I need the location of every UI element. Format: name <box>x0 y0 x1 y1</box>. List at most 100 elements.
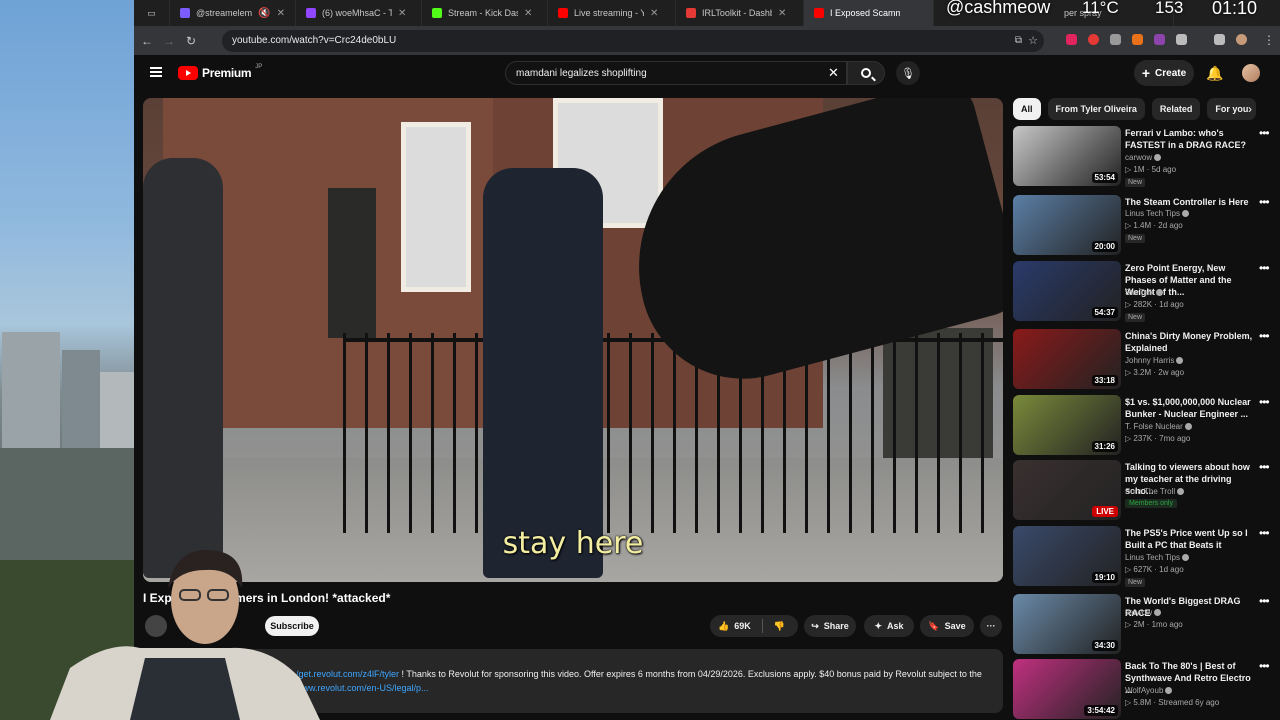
channel-name-text: Sora The Troll <box>1125 487 1176 496</box>
more-options-icon[interactable]: ••• <box>1259 659 1270 673</box>
video-thumbnail[interactable]: 33:18 <box>1013 329 1121 389</box>
browser-tab-active[interactable]: I Exposed Scamm <box>804 0 934 26</box>
share-button[interactable]: ↪ Share <box>804 615 856 637</box>
dislike-icon[interactable]: 👎 <box>774 621 785 632</box>
extension-icon[interactable] <box>1154 34 1165 45</box>
channel-name[interactable]: WolfAyoub <box>1125 686 1173 695</box>
notifications-bell-icon[interactable]: 🔔 <box>1206 65 1223 82</box>
stream-overlay-speed: 153 <box>1155 0 1184 17</box>
more-actions-button[interactable]: ··· <box>980 615 1002 637</box>
recommendation-item[interactable]: 20:00 The Steam Controller is Here Linus T… <box>1013 195 1273 257</box>
browser-menu-icon[interactable]: ⋮ <box>1258 33 1280 47</box>
like-count[interactable]: 69K <box>734 621 751 631</box>
browser-tab[interactable]: Live streaming - YouTu ✕ <box>548 0 676 26</box>
channel-name[interactable]: Linus Tech Tips <box>1125 553 1189 562</box>
recommendation-item[interactable]: 54:37 Zero Point Energy, New Phases of Ma… <box>1013 261 1273 323</box>
recommendation-item[interactable]: 3:54:42 Back To The 80's | Best of Synthw… <box>1013 659 1273 720</box>
chip-related[interactable]: Related <box>1151 98 1201 120</box>
city-building <box>100 372 134 452</box>
recommendation-title[interactable]: The PS5's Price went Up so I Built a PC … <box>1125 527 1259 551</box>
video-thumbnail[interactable]: 20:00 <box>1013 195 1121 255</box>
chevron-right-icon[interactable]: › <box>1248 102 1252 116</box>
video-thumbnail[interactable]: 3:54:42 <box>1013 659 1121 719</box>
recommendation-title[interactable]: China's Dirty Money Problem, Explained <box>1125 330 1259 354</box>
close-icon[interactable]: ✕ <box>524 8 532 19</box>
more-options-icon[interactable]: ••• <box>1259 195 1270 209</box>
channel-name[interactable]: Linus Tech Tips <box>1125 209 1189 218</box>
browser-tab[interactable]: @streamelem 🔇 ✕ <box>170 0 296 26</box>
more-options-icon[interactable]: ••• <box>1259 526 1270 540</box>
create-button[interactable]: + Create <box>1134 60 1194 86</box>
extension-icon[interactable] <box>1066 34 1077 45</box>
extension-icon[interactable] <box>1088 34 1099 45</box>
bookmark-icon: 🔖 <box>928 620 940 631</box>
save-label: Save <box>944 621 966 631</box>
account-avatar[interactable] <box>1242 64 1260 82</box>
youtube-logo[interactable]: Premium JP <box>178 64 262 80</box>
more-options-icon[interactable]: ••• <box>1259 594 1270 608</box>
video-thumbnail[interactable]: 31:26 <box>1013 395 1121 455</box>
recommendation-title[interactable]: The Steam Controller is Here <box>1125 196 1259 208</box>
channel-name[interactable]: StarTalk <box>1125 288 1163 297</box>
forward-icon[interactable]: → <box>158 34 180 48</box>
video-thumbnail[interactable]: 34:30 <box>1013 594 1121 654</box>
chip-all[interactable]: All <box>1013 98 1041 120</box>
new-badge: New <box>1125 313 1146 322</box>
cast-icon[interactable]: ⧉ <box>1015 35 1022 46</box>
scene-railing <box>343 333 1003 533</box>
browser-tab[interactable]: (6) woeMhsaC - Twitc ✕ <box>296 0 422 26</box>
save-button[interactable]: 🔖 Save <box>920 615 974 637</box>
clear-search-icon[interactable]: ✕ <box>828 65 839 81</box>
search-input[interactable]: mamdani legalizes shoplifting <box>505 61 847 85</box>
video-player[interactable]: stay here <box>143 98 1003 582</box>
channel-name[interactable]: carwow <box>1125 153 1162 162</box>
recommendation-item[interactable]: 33:18 China's Dirty Money Problem, Explai… <box>1013 329 1273 391</box>
video-thumbnail[interactable]: 53:54 <box>1013 126 1121 186</box>
more-options-icon[interactable]: ••• <box>1259 329 1270 343</box>
recommendation-item[interactable]: LIVE Talking to viewers about how my teac… <box>1013 460 1273 522</box>
recommendation-title[interactable]: Ferrari v Lambo: who's FASTEST in a DRAG… <box>1125 127 1259 151</box>
extensions-puzzle-icon[interactable] <box>1176 34 1187 45</box>
channel-name[interactable]: Johnny Harris <box>1125 356 1184 365</box>
profile-icon[interactable] <box>1236 34 1247 45</box>
media-control-icon[interactable] <box>1214 34 1225 45</box>
more-options-icon[interactable]: ••• <box>1259 261 1270 275</box>
ask-button[interactable]: ✦ Ask <box>864 615 914 637</box>
chip-from-channel[interactable]: From Tyler Oliveira <box>1047 98 1145 120</box>
back-icon[interactable]: ← <box>136 34 158 48</box>
mute-icon[interactable]: 🔇 <box>258 8 270 19</box>
like-icon[interactable]: 👍 <box>718 621 729 632</box>
video-thumbnail[interactable]: 54:37 <box>1013 261 1121 321</box>
address-bar[interactable]: youtube.com/watch?v=Crc24de0bLU ⧉ ☆ <box>222 29 1044 52</box>
duration-badge: 54:37 <box>1091 307 1118 318</box>
recommendation-item[interactable]: 34:30 The World's Biggest DRAG RACE carwow… <box>1013 594 1273 656</box>
channel-name[interactable]: T. Folse Nuclear <box>1125 422 1192 431</box>
more-options-icon[interactable]: ••• <box>1259 126 1270 140</box>
browser-tab[interactable]: Stream - Kick Dashbo ✕ <box>422 0 548 26</box>
close-icon[interactable]: ✕ <box>778 8 786 19</box>
channel-name[interactable]: Sora The Troll <box>1125 487 1185 496</box>
more-options-icon[interactable]: ••• <box>1259 460 1270 474</box>
video-thumbnail[interactable]: LIVE <box>1013 460 1121 520</box>
video-thumbnail[interactable]: 19:10 <box>1013 526 1121 586</box>
recommendation-item[interactable]: 53:54 Ferrari v Lambo: who's FASTEST in a… <box>1013 126 1273 188</box>
voice-search-button[interactable]: 🎙 <box>896 61 920 85</box>
close-icon[interactable]: ✕ <box>398 8 406 19</box>
tab-search-icon[interactable]: ▭ <box>134 0 170 26</box>
share-icon: ↪ <box>811 620 819 631</box>
recommendation-title[interactable]: $1 vs. $1,000,000,000 Nuclear Bunker - N… <box>1125 396 1259 420</box>
hamburger-menu-icon[interactable] <box>150 67 162 77</box>
extension-icon[interactable] <box>1132 34 1143 45</box>
close-icon[interactable]: ✕ <box>650 8 658 19</box>
close-icon[interactable]: ✕ <box>277 8 285 19</box>
more-options-icon[interactable]: ••• <box>1259 395 1270 409</box>
extension-icon[interactable] <box>1110 34 1121 45</box>
sparkle-icon: ✦ <box>874 620 883 631</box>
search-button[interactable] <box>847 61 885 85</box>
channel-name[interactable]: carwow <box>1125 608 1162 617</box>
reload-icon[interactable]: ↻ <box>180 34 202 48</box>
recommendation-item[interactable]: 31:26 $1 vs. $1,000,000,000 Nuclear Bunke… <box>1013 395 1273 457</box>
browser-tab[interactable]: IRLToolkit - Dashboard ✕ <box>676 0 804 26</box>
recommendation-item[interactable]: 19:10 The PS5's Price went Up so I Built … <box>1013 526 1273 588</box>
bookmark-star-icon[interactable]: ☆ <box>1028 34 1038 47</box>
